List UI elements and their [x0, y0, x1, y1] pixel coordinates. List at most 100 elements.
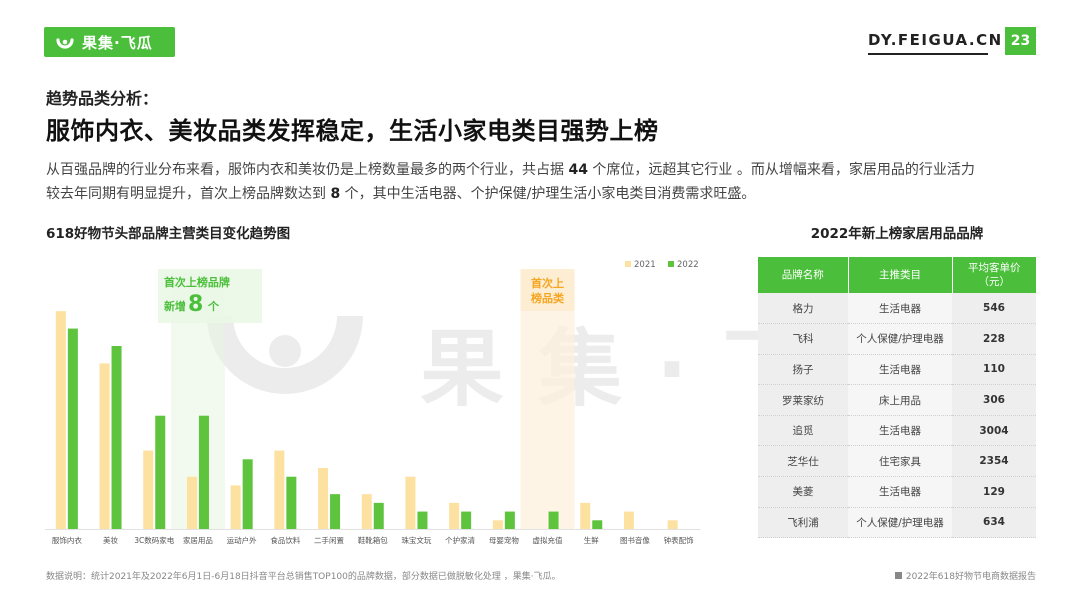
- site-url-underline: [868, 53, 988, 55]
- table-row: 扬子 生活电器 110: [758, 354, 1036, 386]
- table-row: 飞利浦 个人保健/护理电器 634: [758, 507, 1036, 539]
- x-tick-label: 二手闲置: [314, 535, 344, 545]
- table-row: 追觅 生活电器 3004: [758, 415, 1036, 447]
- brand-category: 个人保健/护理电器: [848, 323, 952, 355]
- category-trend-chart: 首次上榜品牌新增 8 个 首次上榜品类服饰内衣 美妆 3C数码家电 家居用品 运动户外 食品饮料…: [45, 260, 701, 545]
- x-tick-label: 家居用品: [183, 535, 213, 545]
- brand-category: 个人保健/护理电器: [848, 507, 952, 539]
- brand-category: 生活电器: [848, 476, 952, 508]
- bar-2022: [330, 494, 341, 529]
- brand-category: 住宅家具: [848, 445, 952, 478]
- chart-title: 618好物节头部品牌主营类目变化趋势图: [46, 226, 291, 242]
- x-tick-label: 美妆: [103, 535, 118, 545]
- table-row: 芝华仕 住宅家具 2354: [758, 445, 1036, 478]
- summary-text: 个席位，远超其它行业 。而从增幅来看，家居用品的行业活力: [587, 162, 975, 178]
- bar-2022: [373, 502, 384, 529]
- annotation-label: 榜品类: [531, 291, 565, 305]
- brand-category: 生活电器: [848, 293, 952, 325]
- table-row: 格力 生活电器 546: [758, 293, 1036, 325]
- brand-category: 生活电器: [848, 354, 952, 386]
- new-brand-table: 品牌名称 主推类目 平均客单价 （元） 格力 生活电器 546 飞科 个人保健/护理电器…: [758, 257, 1036, 539]
- brand-price: 634: [952, 507, 1036, 539]
- brand-price: 110: [952, 354, 1036, 386]
- summary-highlight-number: 44: [568, 162, 588, 178]
- x-tick-label: 钟表配饰: [664, 535, 694, 545]
- bar-2021: [143, 450, 154, 529]
- bar-2021: [667, 520, 678, 529]
- brand-category: 床上用品: [848, 384, 952, 416]
- brand-price: 546: [952, 293, 1036, 325]
- footer-report-title: 2022年618好物节电商数据报告: [894, 569, 1036, 582]
- bar-2021: [623, 511, 634, 529]
- x-tick-label: 鞋靴箱包: [358, 535, 388, 545]
- brand-name: 芝华仕: [758, 445, 848, 478]
- brand-price: 3004: [952, 415, 1036, 447]
- brand-price: 306: [952, 384, 1036, 416]
- x-tick-label: 生鲜: [584, 535, 599, 545]
- bar-2021: [492, 520, 503, 529]
- table-header-brand: 品牌名称: [758, 257, 849, 293]
- page-number: 23: [1005, 27, 1036, 55]
- brand-category: 生活电器: [848, 415, 952, 447]
- bar-2021: [580, 502, 591, 529]
- logo-badge: 果集·飞瓜: [44, 27, 175, 57]
- bar-2021: [230, 485, 241, 529]
- annotation-suffix: 个: [207, 299, 220, 313]
- table-row: 罗莱家纺 床上用品 306: [758, 384, 1036, 416]
- x-tick-label: 珠宝文玩: [401, 535, 431, 545]
- page-headline: 服饰内衣、美妆品类发挥稳定，生活小家电类目强势上榜: [46, 117, 659, 145]
- x-tick-label: 运动户外: [227, 535, 257, 545]
- x-tick-label: 服饰内衣: [52, 535, 82, 545]
- brand-name: 追觅: [758, 415, 848, 447]
- table-header-price-label: 平均客单价: [968, 262, 1021, 274]
- legend-swatch: [625, 261, 631, 267]
- bar-2022: [111, 346, 122, 529]
- brand-name: 飞利浦: [758, 507, 848, 539]
- summary-paragraph: 从百强品牌的行业分布来看，服饰内衣和美妆仍是上榜数量最多的两个行业，共占据 44…: [46, 158, 1036, 206]
- bar-2021: [318, 468, 329, 529]
- table-row: 飞科 个人保健/护理电器 228: [758, 323, 1036, 355]
- bar-2022: [67, 328, 78, 529]
- table-header-price-unit: （元）: [978, 276, 1011, 288]
- summary-text: 从百强品牌的行业分布来看，服饰内衣和美妆仍是上榜数量最多的两个行业，共占据: [46, 162, 569, 178]
- x-tick-label: 虚拟充值: [533, 535, 563, 545]
- brand-name: 飞科: [758, 323, 848, 355]
- table-title: 2022年新上榜家居用品品牌: [810, 226, 984, 242]
- bar-2022: [548, 511, 559, 529]
- brand-name: 扬子: [758, 354, 848, 386]
- bar-2021: [361, 494, 372, 529]
- logo-icon: [54, 31, 76, 53]
- summary-highlight-number: 8: [330, 186, 341, 202]
- bar-2022: [155, 415, 166, 529]
- bar-2021: [55, 311, 66, 529]
- bar-2022: [286, 476, 297, 529]
- bar-2022: [198, 415, 209, 529]
- x-tick-label: 3C数码家电: [134, 535, 175, 545]
- x-tick-label: 图书音像: [620, 535, 650, 545]
- brand-name: 格力: [758, 293, 848, 325]
- legend-label: 2022: [677, 260, 699, 270]
- brand-name: 罗莱家纺: [758, 384, 848, 416]
- bar-2021: [186, 476, 197, 529]
- x-tick-label: 个护家清: [445, 535, 475, 545]
- brand-price: 228: [952, 323, 1036, 355]
- annotation-label: 首次上榜品牌: [164, 275, 230, 289]
- annotation-prefix: 新增: [164, 299, 186, 313]
- footer-data-note: 数据说明：统计2021年及2022年6月1日-6月18日抖音平台总销售TOP10…: [46, 572, 561, 582]
- logo-text: 果集·飞瓜: [82, 33, 153, 52]
- bar-2021: [99, 363, 110, 529]
- bar-2021: [405, 476, 416, 529]
- square-icon: [894, 572, 902, 579]
- table-header-price: 平均客单价 （元）: [952, 257, 1036, 293]
- bar-2022: [417, 511, 428, 529]
- bar-2021: [449, 502, 460, 529]
- bar-2022: [504, 511, 515, 529]
- summary-text: 较去年同期有明显提升，首次上榜品牌数达到: [46, 186, 331, 202]
- site-url: DY.FEIGUA.CN: [868, 31, 1003, 49]
- summary-text: 个，其中生活电器、个护保健/护理生活小家电类目消费需求旺盛。: [340, 186, 756, 202]
- brand-price: 2354: [952, 445, 1036, 478]
- x-tick-label: 食品饮料: [270, 535, 300, 545]
- table-row: 美菱 生活电器 129: [758, 476, 1036, 508]
- annotation-label: 首次上: [531, 276, 564, 290]
- footer-report-text: 2022年618好物节电商数据报告: [905, 572, 1036, 582]
